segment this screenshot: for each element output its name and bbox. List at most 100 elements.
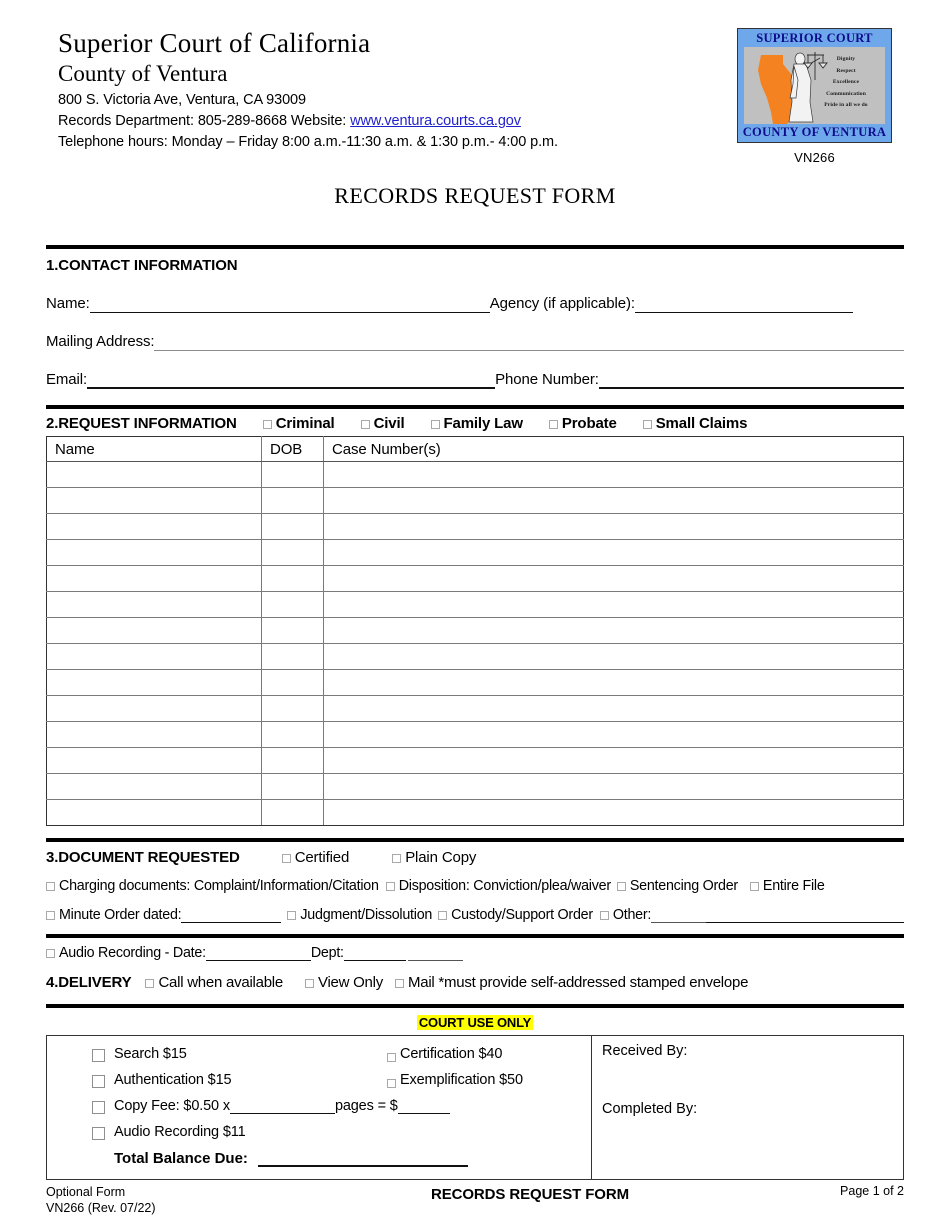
checkbox-probate-icon[interactable] [548,420,558,429]
fee-authentication[interactable]: Authentication $15 [92,1072,387,1088]
cell-case-number[interactable] [323,643,904,670]
cell-name[interactable] [46,773,262,800]
delivery-call-when-available[interactable]: Call when available [145,974,283,991]
copy-type-plain[interactable]: Plain Copy [392,849,476,866]
agency-input[interactable] [634,296,853,313]
fee-exemplification[interactable]: Exemplification $50 [387,1072,523,1088]
doc-charging-documents[interactable]: Charging documents: Complaint/Informatio… [46,878,379,894]
checkbox-plain-copy-icon[interactable] [392,854,402,863]
cell-case-number[interactable] [323,799,904,826]
fee-certification[interactable]: Certification $40 [387,1046,502,1062]
other-input-segment1[interactable] [651,908,707,923]
cell-dob[interactable] [261,591,324,618]
cell-dob[interactable] [261,721,324,748]
name-input[interactable] [89,296,490,313]
checkbox-sentencing-order-icon[interactable] [616,882,626,891]
doc-other[interactable]: Other: [599,907,651,923]
cell-case-number[interactable] [323,591,904,618]
cell-name[interactable] [46,513,262,540]
cell-dob[interactable] [261,799,324,826]
court-website-link[interactable]: www.ventura.courts.ca.gov [350,113,521,129]
checkbox-criminal-icon[interactable] [262,420,272,429]
cell-name[interactable] [46,747,262,774]
cell-case-number[interactable] [323,565,904,592]
doc-sentencing-order[interactable]: Sentencing Order [616,878,738,894]
checkbox-custody-support-icon[interactable] [438,911,448,920]
minute-order-date-input[interactable] [181,908,282,923]
checkbox-audio-fee-icon[interactable] [92,1127,105,1140]
cell-dob[interactable] [261,539,324,566]
cell-name[interactable] [46,591,262,618]
cell-case-number[interactable] [323,617,904,644]
cell-name[interactable] [46,539,262,566]
cell-dob[interactable] [261,643,324,670]
category-family-law[interactable]: Family Law [430,415,523,432]
checkbox-call-when-available-icon[interactable] [145,979,155,988]
checkbox-minute-order-icon[interactable] [46,911,55,920]
total-balance-input[interactable] [257,1152,468,1167]
checkbox-search-fee-icon[interactable] [92,1049,105,1062]
checkbox-certification-fee-icon[interactable] [387,1053,396,1062]
phone-input[interactable] [598,372,904,389]
checkbox-view-only-icon[interactable] [304,979,314,988]
cell-name[interactable] [46,799,262,826]
checkbox-other-icon[interactable] [599,911,609,920]
email-input[interactable] [87,372,496,389]
cell-case-number[interactable] [323,747,904,774]
cell-dob[interactable] [261,617,324,644]
category-criminal[interactable]: Criminal [262,415,335,432]
cell-name[interactable] [46,721,262,748]
doc-judgment-dissolution[interactable]: Judgment/Dissolution [287,907,432,923]
doc-minute-order[interactable]: Minute Order dated: [46,907,182,923]
doc-custody-support-order[interactable]: Custody/Support Order [438,907,593,923]
cell-name[interactable] [46,643,262,670]
checkbox-authentication-fee-icon[interactable] [92,1075,105,1088]
category-probate[interactable]: Probate [548,415,617,432]
cell-name[interactable] [46,669,262,696]
cell-case-number[interactable] [323,695,904,722]
checkbox-exemplification-fee-icon[interactable] [387,1079,396,1088]
other-input[interactable] [706,908,904,923]
cell-dob[interactable] [261,461,324,488]
cell-case-number[interactable] [323,773,904,800]
cell-case-number[interactable] [323,721,904,748]
copy-fee-total-input[interactable] [397,1099,450,1114]
audio-dept-input[interactable] [343,946,406,961]
cell-dob[interactable] [261,747,324,774]
checkbox-disposition-icon[interactable] [385,882,395,891]
cell-name[interactable] [46,695,262,722]
cell-dob[interactable] [261,513,324,540]
copy-type-certified[interactable]: Certified [281,849,349,866]
cell-name[interactable] [46,565,262,592]
cell-dob[interactable] [261,695,324,722]
checkbox-entire-file-icon[interactable] [749,882,759,891]
checkbox-audio-recording-icon[interactable] [46,949,55,958]
checkbox-judgment-dissolution-icon[interactable] [287,911,297,920]
cell-dob[interactable] [261,487,324,514]
delivery-mail[interactable]: Mail *must provide self-addressed stampe… [394,974,748,991]
cell-case-number[interactable] [323,461,904,488]
category-small-claims[interactable]: Small Claims [642,415,747,432]
audio-date-input[interactable] [205,946,311,961]
checkbox-family-law-icon[interactable] [430,420,440,429]
cell-case-number[interactable] [323,539,904,566]
cell-case-number[interactable] [323,513,904,540]
cell-name[interactable] [46,461,262,488]
cell-dob[interactable] [261,773,324,800]
checkbox-copy-fee-icon[interactable] [92,1101,105,1114]
checkbox-small-claims-icon[interactable] [642,420,652,429]
checkbox-certified-icon[interactable] [281,854,291,863]
checkbox-civil-icon[interactable] [360,420,370,429]
audio-dept-input-extra[interactable] [407,946,463,961]
cell-dob[interactable] [261,565,324,592]
checkbox-charging-documents-icon[interactable] [46,882,55,891]
doc-entire-file[interactable]: Entire File [749,878,825,894]
category-civil[interactable]: Civil [360,415,405,432]
cell-dob[interactable] [261,669,324,696]
copy-fee-pages-input[interactable] [229,1099,335,1114]
cell-case-number[interactable] [323,487,904,514]
fee-search[interactable]: Search $15 [92,1046,387,1062]
checkbox-mail-icon[interactable] [394,979,404,988]
doc-audio-recording[interactable]: Audio Recording - Date: [46,945,206,961]
doc-disposition[interactable]: Disposition: Conviction/plea/waiver [385,878,611,894]
